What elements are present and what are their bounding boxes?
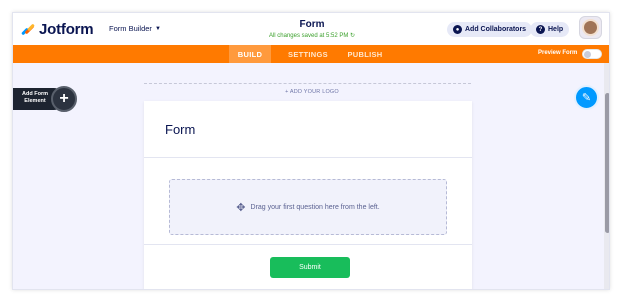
help-button[interactable]: ? Help [530,22,570,37]
top-header: Jotform Form Builder ▼ Form All changes … [13,13,609,45]
add-logo-link[interactable]: + ADD YOUR LOGO [281,89,343,95]
toggle-knob [584,51,591,58]
add-collaborators-label: Add Collaborators [465,26,527,33]
move-icon: ✥ [236,201,246,214]
question-dropzone[interactable]: ✥ Drag your first question here from the… [169,179,447,235]
save-status-text: All changes saved at 5:52 PM [268,33,349,39]
avatar[interactable] [579,16,602,39]
help-icon: ? [536,25,545,34]
tab-publish[interactable]: PUBLISH [341,45,389,63]
divider [144,157,472,158]
avatar-image [582,19,599,36]
sync-icon: ↻ [350,33,356,39]
help-label: Help [548,26,564,33]
preview-form-toggle[interactable] [582,49,602,59]
tab-build[interactable]: BUILD [229,45,271,63]
tab-settings[interactable]: SETTINGS [279,45,337,63]
user-icon: ● [453,25,462,34]
builder-nav: BUILD SETTINGS PUBLISH Preview Form [13,45,609,63]
form-card: Form ✥ Drag your first question here fro… [144,101,472,289]
divider [144,244,472,245]
add-logo-area: + ADD YOUR LOGO [13,80,609,98]
add-collaborators-button[interactable]: ● Add Collaborators [447,22,533,37]
preview-form-label: Preview Form [538,50,578,56]
form-heading[interactable]: Form [165,122,195,137]
scrollbar-thumb[interactable] [605,93,609,233]
scrollbar[interactable] [604,63,609,289]
app-window: Jotform Form Builder ▼ Form All changes … [12,12,610,290]
submit-button[interactable]: Submit [270,257,350,278]
dropzone-text: Drag your first question here from the l… [250,203,380,211]
paint-brush-icon[interactable]: ✎ [574,85,599,110]
